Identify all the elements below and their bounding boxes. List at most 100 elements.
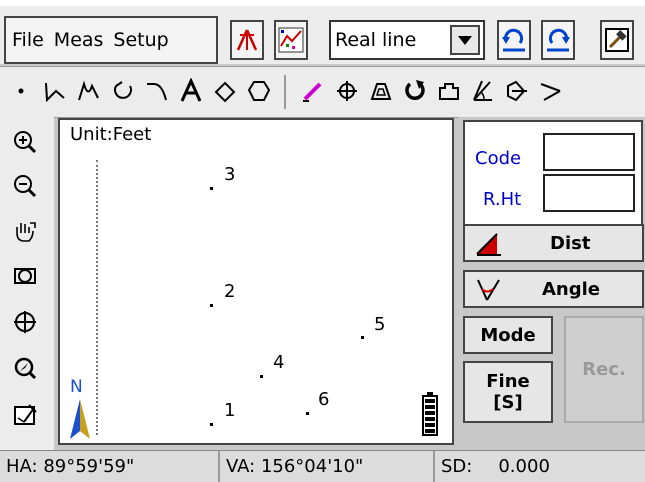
extend-tool[interactable] [536, 76, 566, 106]
line-type-select[interactable]: Real line [329, 20, 485, 60]
spiral-icon [147, 83, 167, 101]
zoom-center-icon [14, 357, 37, 380]
survey-point-3[interactable] [210, 187, 213, 190]
point-label-6: 6 [318, 389, 330, 410]
map-canvas[interactable]: Unit:Feet 3 2 5 4 6 1 N [58, 118, 454, 445]
record-label: Rec. [582, 359, 626, 380]
zoom-extents-icon [14, 268, 36, 284]
menu-toolbar: File Meas Setup Real line [0, 6, 645, 64]
ha-readout: HA: 89°59'59" [0, 451, 220, 482]
station-button[interactable] [230, 20, 264, 60]
text-icon [180, 78, 202, 102]
point-label-3: 3 [224, 164, 236, 185]
polyline-tool[interactable] [40, 76, 70, 106]
redo-icon [547, 28, 570, 52]
code-rht-box: Code R.Ht [463, 120, 643, 226]
record-button[interactable]: Rec. [564, 316, 644, 423]
mode-label: Mode [480, 324, 536, 346]
polyline-icon [45, 82, 65, 103]
battery-icon [422, 392, 438, 436]
rotate-tool[interactable] [400, 76, 430, 106]
intersect-tool[interactable] [502, 76, 532, 106]
curve-tool[interactable] [74, 76, 104, 106]
mode-button[interactable]: Mode [463, 316, 553, 354]
rht-input[interactable] [543, 174, 635, 212]
angle-button[interactable]: Angle [463, 270, 644, 308]
unit-label: Unit:Feet [70, 124, 152, 145]
redo-button[interactable] [541, 20, 575, 60]
move-tool[interactable] [332, 76, 362, 106]
layer-button[interactable] [10, 400, 40, 430]
arc-icon [114, 81, 132, 99]
menu-area: File Meas Setup [4, 16, 218, 64]
intersect-icon [507, 80, 527, 102]
north-label: N [70, 377, 83, 397]
rht-label: R.Ht [483, 189, 522, 210]
zoom-in-icon [14, 131, 37, 154]
graph-icon [278, 27, 304, 53]
survey-point-2[interactable] [210, 304, 213, 307]
zoom-in-button[interactable] [10, 127, 40, 157]
chevron-down-icon [458, 36, 472, 45]
layer-icon [14, 404, 37, 425]
sd-value: 0.000 [498, 456, 550, 477]
survey-point-5[interactable] [361, 336, 364, 339]
angle-label: Angle [542, 279, 601, 300]
survey-point-1[interactable] [210, 423, 213, 426]
offset-tool[interactable] [434, 76, 464, 106]
zoom-window-button[interactable] [10, 307, 40, 337]
point-label-5: 5 [374, 314, 386, 335]
fine-button[interactable]: Fine [S] [463, 361, 553, 423]
arc-tool[interactable] [108, 76, 138, 106]
point-label-2: 2 [224, 281, 236, 302]
survey-point-6[interactable] [306, 412, 309, 415]
point-label-1: 1 [224, 400, 236, 421]
undo-button[interactable] [497, 20, 531, 60]
line-type-value: Real line [335, 29, 417, 51]
menu-meas[interactable]: Meas [54, 29, 104, 51]
move-icon [337, 81, 357, 101]
pan-button[interactable] [10, 217, 40, 247]
menu-setup[interactable]: Setup [113, 29, 168, 51]
zoom-toolbar [0, 117, 54, 450]
area-tool[interactable] [366, 76, 396, 106]
sd-readout: SD: 0.000 [435, 451, 645, 482]
point-tool[interactable] [6, 76, 36, 106]
zoom-out-button[interactable] [10, 171, 40, 201]
status-bar: HA: 89°59'59" VA: 156°04'10" SD: 0.000 [0, 450, 645, 482]
north-arrow-icon [70, 399, 90, 439]
area-icon [370, 83, 392, 100]
dist-label: Dist [550, 233, 591, 254]
erase-tool[interactable] [298, 76, 328, 106]
exit-button[interactable] [600, 20, 634, 60]
curve-icon [78, 80, 99, 101]
fine-sub-label: [S] [493, 392, 523, 413]
dist-button[interactable]: Dist [463, 224, 644, 262]
spiral-tool[interactable] [142, 76, 172, 106]
circle-tool[interactable] [244, 76, 274, 106]
toolbar-divider [284, 75, 286, 109]
erase-icon [303, 82, 322, 102]
diamond-tool[interactable] [210, 76, 240, 106]
angle-tool[interactable] [468, 76, 498, 106]
offset-icon [439, 83, 459, 100]
undo-icon [502, 28, 525, 52]
diamond-icon [214, 81, 236, 103]
menu-file[interactable]: File [12, 29, 44, 51]
graph-button[interactable] [274, 20, 308, 60]
pan-icon [16, 222, 36, 242]
zoom-center-button[interactable] [10, 353, 40, 383]
code-input[interactable] [543, 133, 635, 171]
station-icon [236, 29, 258, 51]
zoom-window-icon [14, 311, 36, 333]
sd-label: SD: [441, 456, 473, 477]
text-tool[interactable] [176, 76, 206, 106]
survey-point-4[interactable] [260, 375, 263, 378]
dropdown-arrow-button[interactable] [450, 25, 480, 55]
exit-icon [605, 28, 629, 52]
zoom-out-icon [14, 175, 37, 198]
measurement-panel: Code R.Ht Dist Angle Mode Fine [S] Rec. [458, 117, 645, 450]
dist-icon [476, 233, 501, 256]
zoom-extents-button[interactable] [10, 261, 40, 291]
angle-measure-icon [477, 279, 500, 301]
